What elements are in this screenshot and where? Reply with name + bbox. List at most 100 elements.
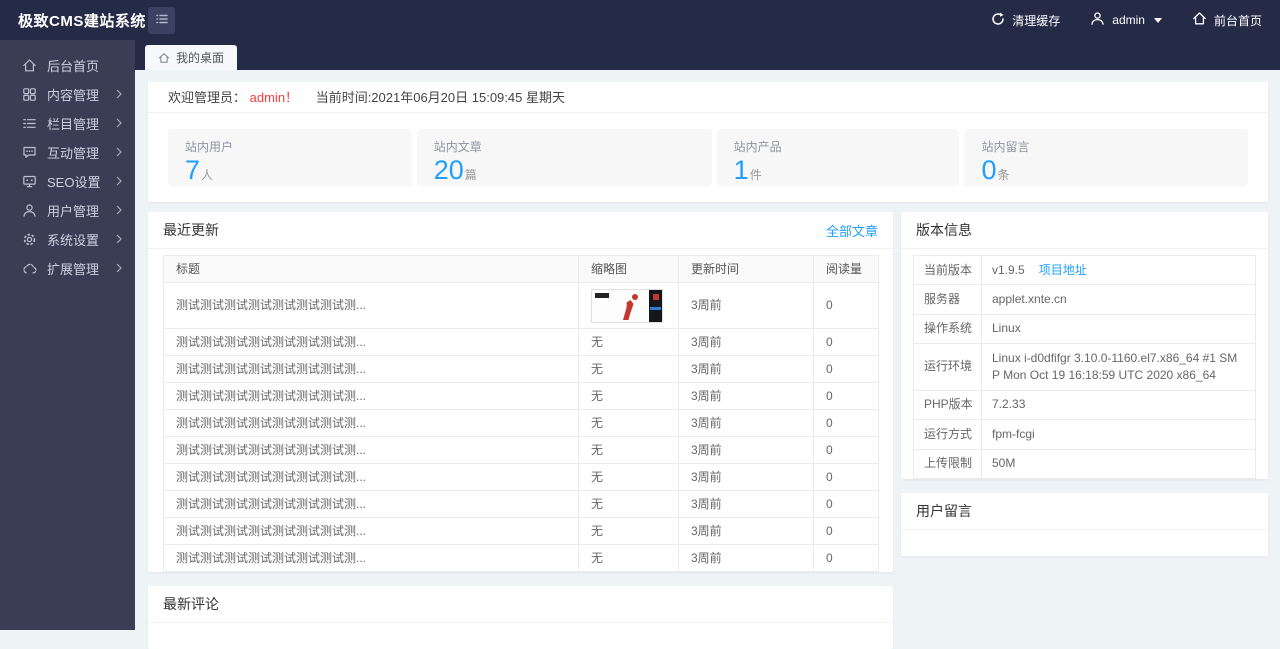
user-icon — [22, 203, 37, 218]
article-row: 测试测试测试测试测试测试测试测... 无 3周前 0 — [163, 463, 879, 491]
user-icon — [1090, 11, 1105, 29]
info-value-cell: 7.2.33 — [981, 389, 1256, 421]
info-label: PHP版本 — [913, 389, 982, 421]
article-reads: 0 — [813, 463, 879, 491]
article-title: 测试测试测试测试测试测试测试测... — [163, 517, 579, 545]
sidebar-item-users[interactable]: 用户管理 — [0, 196, 135, 225]
article-title: 测试测试测试测试测试测试测试测... — [163, 355, 579, 383]
info-value: Linux — [992, 321, 1021, 336]
sidebar: 后台首页 内容管理 栏目管理 互动管理 SEO设置 用户管理 系统设置 扩展管理 — [0, 40, 135, 630]
info-value-cell: Linux i-d0dfifgr 3.10.0-1160.el7.x86_64 … — [981, 343, 1256, 391]
panel-title-version: 版本信息 — [916, 222, 972, 238]
sidebar-item-content[interactable]: 内容管理 — [0, 80, 135, 109]
user-menu[interactable]: admin — [1090, 11, 1162, 29]
stat-value: 20 — [433, 155, 464, 185]
article-row: 测试测试测试测试测试测试测试测... 3周前 0 — [163, 282, 879, 329]
version-info-row: 当前版本 v1.9.5 项目地址 — [913, 254, 1256, 286]
recent-updates-table: 标题 缩略图 更新时间 阅读量 测试测试测试测试测试测试测试测... 3周前 0… — [163, 255, 879, 572]
home-icon — [22, 58, 37, 73]
article-row: 测试测试测试测试测试测试测试测... 无 3周前 0 — [163, 382, 879, 410]
info-label: 运行方式 — [913, 419, 982, 450]
version-info-row: 操作系统 Linux — [913, 313, 1256, 345]
panel-title-recent: 最近更新 — [163, 222, 219, 238]
article-title: 测试测试测试测试测试测试测试测... — [163, 328, 579, 356]
tab-my-desktop[interactable]: 我的桌面 — [145, 45, 238, 70]
chevron-right-icon — [116, 116, 122, 131]
sidebar-toggle-button[interactable] — [148, 6, 175, 34]
info-value: 7.2.33 — [992, 397, 1026, 412]
article-time: 3周前 — [678, 436, 814, 464]
version-info-panel: 版本信息 当前版本 v1.9.5 项目地址 服务器 applet.xnte.cn… — [901, 212, 1268, 480]
sidebar-item-interaction[interactable]: 互动管理 — [0, 138, 135, 167]
home-icon — [158, 52, 170, 64]
project-url-link[interactable]: 项目地址 — [1039, 263, 1087, 277]
info-label: 操作系统 — [913, 313, 982, 345]
article-reads: 0 — [813, 490, 879, 518]
info-value-cell: applet.xnte.cn — [981, 284, 1256, 315]
article-title: 测试测试测试测试测试测试测试测... — [163, 544, 579, 572]
info-value-cell: Linux — [981, 313, 1256, 345]
version-info-row: 运行环境 Linux i-d0dfifgr 3.10.0-1160.el7.x8… — [913, 343, 1256, 391]
chevron-right-icon — [116, 203, 122, 218]
article-row: 测试测试测试测试测试测试测试测... 无 3周前 0 — [163, 490, 879, 518]
version-info-row: PHP版本 7.2.33 — [913, 389, 1256, 421]
refresh-icon — [991, 12, 1005, 29]
sidebar-item-settings[interactable]: 系统设置 — [0, 225, 135, 254]
no-thumb-label: 无 — [591, 442, 604, 457]
info-label: 当前版本 — [913, 254, 982, 286]
panel-title-comments: 最新评论 — [163, 596, 219, 612]
article-title: 测试测试测试测试测试测试测试测... — [163, 409, 579, 437]
stat-card-users: 站内用户 7人 — [168, 129, 412, 186]
chevron-right-icon — [116, 232, 122, 247]
version-info-row: 服务器 applet.xnte.cn — [913, 284, 1256, 315]
article-thumb-cell: 无 — [578, 409, 679, 437]
info-value-cell: 50M — [981, 448, 1256, 480]
article-thumb-cell: 无 — [578, 355, 679, 383]
article-title: 测试测试测试测试测试测试测试测... — [163, 490, 579, 518]
no-thumb-label: 无 — [591, 469, 604, 484]
topbar: 极致CMS建站系统 清理缓存 admin 前台首页 — [0, 0, 1280, 40]
article-reads: 0 — [813, 355, 879, 383]
article-reads: 0 — [813, 517, 879, 545]
welcome-message: 欢迎管理员： admin！ 当前时间:2021年06月20日 15:09:45 … — [148, 82, 1268, 113]
clear-cache-button[interactable]: 清理缓存 — [991, 12, 1060, 29]
stat-card-messages: 站内留言 0条 — [964, 129, 1248, 186]
stat-value: 7 — [185, 155, 201, 185]
col-header-title: 标题 — [163, 255, 579, 283]
article-time: 3周前 — [678, 544, 814, 572]
front-home-button[interactable]: 前台首页 — [1192, 11, 1262, 29]
article-reads: 0 — [813, 282, 879, 329]
col-header-reads: 阅读量 — [813, 255, 879, 283]
article-time: 3周前 — [678, 463, 814, 491]
article-time: 3周前 — [678, 282, 814, 329]
article-row: 测试测试测试测试测试测试测试测... 无 3周前 0 — [163, 436, 879, 464]
info-label: 运行环境 — [913, 343, 982, 391]
article-reads: 0 — [813, 382, 879, 410]
chevron-right-icon — [116, 261, 122, 276]
col-header-thumb: 缩略图 — [578, 255, 679, 283]
no-thumb-label: 无 — [591, 415, 604, 430]
comment-icon — [22, 145, 37, 160]
article-thumb-cell: 无 — [578, 436, 679, 464]
sidebar-item-dashboard[interactable]: 后台首页 — [0, 51, 135, 80]
article-reads: 0 — [813, 328, 879, 356]
article-thumb-cell — [578, 282, 679, 329]
app-logo: 极致CMS建站系统 — [18, 12, 146, 30]
all-articles-link[interactable]: 全部文章 — [826, 221, 878, 240]
sidebar-item-extensions[interactable]: 扩展管理 — [0, 254, 135, 283]
version-info-row: 运行方式 fpm-fcgi — [913, 419, 1256, 450]
extension-icon — [22, 261, 37, 276]
topbar-actions: 清理缓存 admin 前台首页 — [991, 11, 1280, 29]
article-reads: 0 — [813, 436, 879, 464]
guestbook-panel: 用户留言 — [901, 493, 1268, 557]
sidebar-item-category[interactable]: 栏目管理 — [0, 109, 135, 138]
sidebar-item-seo[interactable]: SEO设置 — [0, 167, 135, 196]
info-value-cell: fpm-fcgi — [981, 419, 1256, 450]
article-time: 3周前 — [678, 355, 814, 383]
info-value: applet.xnte.cn — [992, 291, 1067, 306]
article-thumb-cell: 无 — [578, 517, 679, 545]
version-info-table: 当前版本 v1.9.5 项目地址 服务器 applet.xnte.cn 操作系统… — [913, 254, 1256, 480]
chevron-right-icon — [116, 87, 122, 102]
article-time: 3周前 — [678, 517, 814, 545]
stat-value: 0 — [981, 155, 997, 185]
